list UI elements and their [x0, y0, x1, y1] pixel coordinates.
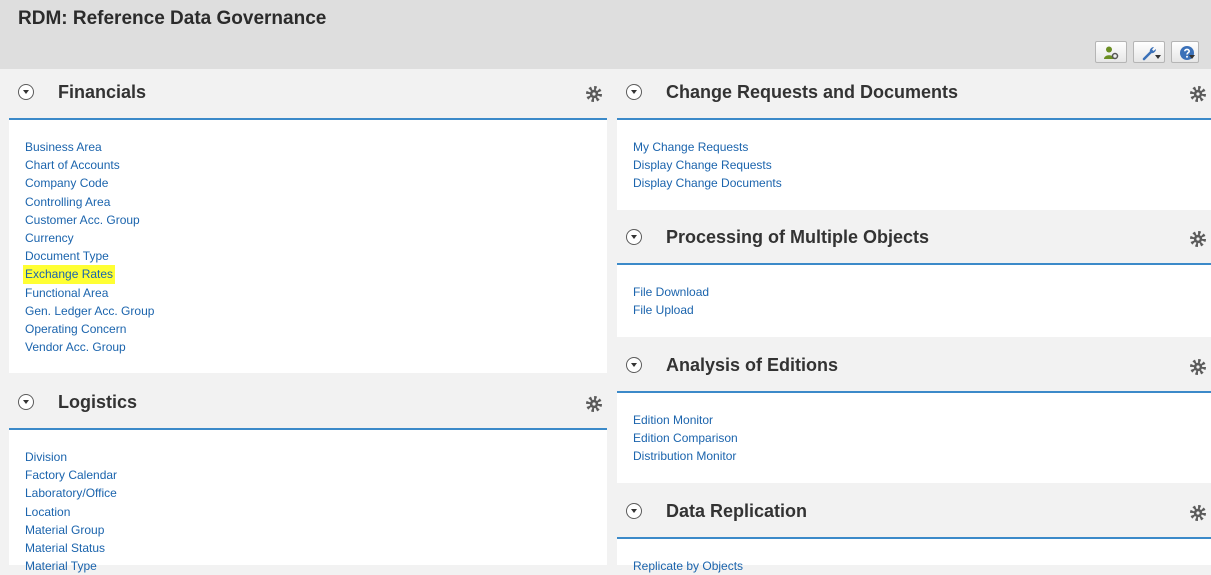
panel-header: Change Requests and Documents: [617, 70, 1211, 120]
link-distribution-monitor[interactable]: Distribution Monitor: [631, 447, 738, 465]
collapse-toggle[interactable]: [626, 357, 642, 373]
link-material-status[interactable]: Material Status: [23, 539, 107, 557]
chevron-down-icon: [1155, 55, 1161, 59]
panel-header: Financials: [9, 70, 607, 120]
help-menu-button[interactable]: [1171, 41, 1199, 63]
link-list: My Change Requests Display Change Reques…: [631, 138, 784, 193]
link-vendor-acc-group[interactable]: Vendor Acc. Group: [23, 338, 128, 356]
gear-icon[interactable]: [585, 85, 603, 103]
user-settings-icon: [1104, 46, 1119, 60]
link-customer-acc-group[interactable]: Customer Acc. Group: [23, 211, 142, 229]
panel-header: Logistics: [9, 380, 607, 430]
change-requests-panel: Change Requests and Documents My Change …: [617, 70, 1211, 210]
link-list: File Download File Upload: [631, 283, 711, 319]
gear-icon[interactable]: [585, 395, 603, 413]
link-display-change-documents[interactable]: Display Change Documents: [631, 174, 784, 192]
financials-panel: Financials Business Area Chart of Accoun…: [9, 70, 607, 373]
link-file-download[interactable]: File Download: [631, 283, 711, 301]
link-functional-area[interactable]: Functional Area: [23, 284, 110, 302]
link-document-type[interactable]: Document Type: [23, 247, 111, 265]
chevron-down-icon: [1189, 55, 1195, 59]
link-replicate-by-objects[interactable]: Replicate by Objects: [631, 557, 745, 575]
link-list: Division Factory Calendar Laboratory/Off…: [23, 448, 119, 575]
link-gen-ledger-acc-group[interactable]: Gen. Ledger Acc. Group: [23, 302, 156, 320]
logistics-panel: Logistics Division Factory Calendar Labo…: [9, 380, 607, 573]
replication-panel: Data Replication Replicate by Objects: [617, 489, 1211, 573]
link-factory-calendar[interactable]: Factory Calendar: [23, 466, 119, 484]
collapse-toggle[interactable]: [626, 84, 642, 100]
gear-icon[interactable]: [1189, 358, 1207, 376]
collapse-toggle[interactable]: [18, 84, 34, 100]
gear-icon[interactable]: [1189, 85, 1207, 103]
editions-panel: Analysis of Editions Edition Monitor Edi…: [617, 343, 1211, 483]
gear-icon[interactable]: [1189, 230, 1207, 248]
link-list: Replicate by Objects: [631, 557, 745, 575]
link-material-group[interactable]: Material Group: [23, 521, 106, 539]
link-chart-of-accounts[interactable]: Chart of Accounts: [23, 156, 122, 174]
link-exchange-rates[interactable]: Exchange Rates: [23, 265, 116, 284]
panel-title: Analysis of Editions: [666, 355, 839, 375]
collapse-toggle[interactable]: [626, 503, 642, 519]
link-business-area[interactable]: Business Area: [23, 138, 104, 156]
panel-title: Change Requests and Documents: [666, 82, 959, 102]
link-file-upload[interactable]: File Upload: [631, 301, 696, 319]
panel-title: Logistics: [58, 392, 138, 412]
header-toolbar: [1095, 41, 1199, 63]
link-my-change-requests[interactable]: My Change Requests: [631, 138, 750, 156]
panel-title: Data Replication: [666, 501, 808, 521]
link-list: Business Area Chart of Accounts Company …: [23, 138, 156, 356]
link-division[interactable]: Division: [23, 448, 69, 466]
link-edition-comparison[interactable]: Edition Comparison: [631, 429, 740, 447]
panel-header: Data Replication: [617, 489, 1211, 539]
link-list: Edition Monitor Edition Comparison Distr…: [631, 411, 740, 466]
collapse-toggle[interactable]: [18, 394, 34, 410]
panel-header: Analysis of Editions: [617, 343, 1211, 393]
gear-icon[interactable]: [1189, 504, 1207, 522]
multiple-objects-panel: Processing of Multiple Objects File Down…: [617, 215, 1211, 337]
link-operating-concern[interactable]: Operating Concern: [23, 320, 128, 338]
app-title: RDM: Reference Data Governance: [18, 8, 327, 29]
panel-title: Financials: [58, 82, 147, 102]
link-location[interactable]: Location: [23, 503, 72, 521]
panel-header: Processing of Multiple Objects: [617, 215, 1211, 265]
panel-title: Processing of Multiple Objects: [666, 227, 930, 247]
link-display-change-requests[interactable]: Display Change Requests: [631, 156, 774, 174]
personalize-button[interactable]: [1095, 41, 1127, 63]
tools-menu-button[interactable]: [1133, 41, 1165, 63]
link-laboratory-office[interactable]: Laboratory/Office: [23, 484, 119, 502]
link-currency[interactable]: Currency: [23, 229, 76, 247]
link-edition-monitor[interactable]: Edition Monitor: [631, 411, 715, 429]
link-material-type[interactable]: Material Type: [23, 557, 99, 575]
link-controlling-area[interactable]: Controlling Area: [23, 193, 112, 211]
collapse-toggle[interactable]: [626, 229, 642, 245]
page-header: RDM: Reference Data Governance: [0, 0, 1211, 69]
link-company-code[interactable]: Company Code: [23, 174, 110, 192]
